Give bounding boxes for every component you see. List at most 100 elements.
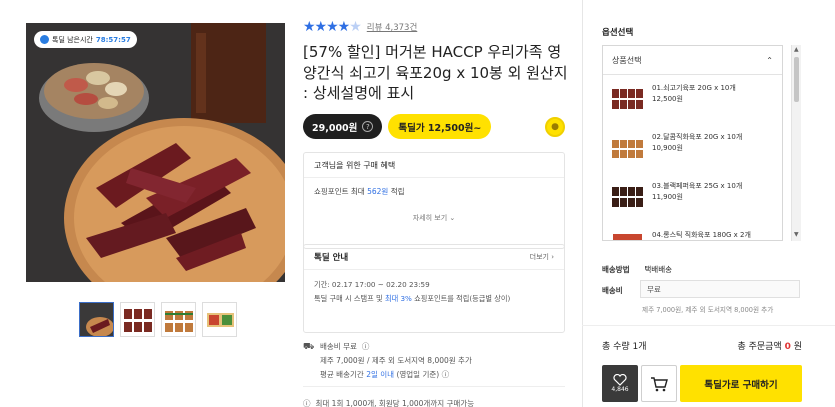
benefit-suffix: 적립 [390, 187, 405, 196]
chevron-down-icon: ⌄ [449, 214, 456, 222]
delivery-fee-label: 배송비 [602, 286, 623, 295]
option-scrollbar[interactable]: ▲ ▼ [791, 45, 801, 241]
option-name: 01.쇠고기육포 20G x 10개 [652, 84, 736, 92]
deal-period: 기간: 02.17 17:00 ~ 02.20 23:59 [314, 280, 430, 289]
total-amount-label: 총 주문금액 [737, 342, 782, 352]
benefit-prefix: 쇼핑포인트 최대 [314, 187, 365, 196]
option-thumb [611, 132, 644, 165]
delivery-fee-value: 무료 [647, 284, 661, 294]
order-totals: 총 수량 1개 총 주문금액 0 원 [602, 339, 802, 352]
question-icon[interactable]: ? [362, 121, 374, 132]
option-item-3[interactable]: 03.블랙페퍼육포 25G x 10개 11,900원 [611, 181, 742, 214]
deal-price-pill[interactable]: 톡딜가 12,500원~ [388, 114, 492, 139]
cart-button[interactable] [641, 365, 677, 402]
divider [582, 325, 835, 326]
deal-price: 톡딜가 12,500원~ [398, 122, 482, 134]
delivery-fee-note: 제주 7,000원, 제주 외 도서지역 8,000원 추가 [642, 306, 774, 314]
option-name: 02.달콤직화육포 20G x 10개 [652, 133, 743, 141]
chevron-up-icon: ⌃ [766, 55, 773, 65]
benefit-points: 562원 [367, 187, 389, 196]
wishlist-count: 4,846 [611, 386, 629, 393]
buy-button[interactable]: 톡딜가로 구매하기 [680, 365, 802, 402]
shipping-fee: 배송비 무료 [320, 342, 357, 351]
purchase-limit: ⓘ 최대 1회 1,000개, 회원당 1,000개까지 구매가능 [303, 398, 474, 407]
heart-icon [613, 374, 627, 386]
option-item-1[interactable]: 01.쇠고기육포 20G x 10개 12,500원 [611, 83, 736, 116]
thumbnail-3[interactable] [161, 302, 196, 337]
benefit-more-button[interactable]: 자세히 보기 ⌄ [304, 213, 564, 223]
option-thumb [611, 230, 644, 240]
alert-icon: ⓘ [303, 399, 311, 407]
timer-label: 톡딜 남은시간 [52, 35, 93, 44]
timer-value: 78:57:57 [95, 35, 131, 44]
clock-icon [40, 35, 49, 44]
delivery-method-label: 배송방법 [602, 265, 630, 274]
shipping-info: ⛟ 배송비 무료 ⓘ 제주 7,000원 / 제주 외 도서지역 8,000원 … [303, 340, 565, 382]
scroll-down-icon[interactable]: ▼ [794, 231, 799, 238]
shipping-fee-row: ⛟ 배송비 무료 ⓘ [303, 340, 565, 354]
option-name: 03.블랙페퍼육포 25G x 10개 [652, 182, 743, 190]
product-main-image: 톡딜 남은시간 78:57:57 [26, 23, 285, 282]
scroll-up-icon[interactable]: ▲ [794, 46, 799, 53]
product-info: ★★★★★ 리뷰 4,373건 [57% 할인] 머거본 HACCP 우리가족 … [303, 18, 568, 407]
benefit-more-label: 자세히 보기 [412, 214, 448, 222]
option-item-4[interactable]: 04.롱스틱 직화육포 180G x 2개 [611, 230, 751, 240]
option-price: 10,900원 [652, 144, 683, 152]
truck-icon: ⛟ [303, 342, 315, 352]
deal-more-label: 더보기 [529, 253, 549, 261]
delivery-method-row: 배송방법 택배배송 [602, 264, 672, 275]
review-count-link[interactable]: 리뷰 4,373건 [367, 21, 418, 33]
option-name: 04.롱스틱 직화육포 180G x 2개 [652, 231, 751, 239]
option-thumb [611, 181, 644, 214]
rating-row: ★★★★★ 리뷰 4,373건 [303, 18, 568, 36]
option-select-header[interactable]: 상품선택 ⌃ [603, 46, 782, 75]
delivery-fee-box: 무료 [640, 280, 800, 298]
option-select-placeholder: 상품선택 [612, 55, 642, 65]
deal-more-link[interactable]: 더보기 › [530, 252, 554, 262]
jerky-photo [26, 23, 285, 282]
wishlist-button[interactable]: 4,846 [602, 365, 638, 402]
deal-info-header: 톡딜 안내 더보기 › [304, 245, 564, 270]
total-amount-unit: 원 [793, 342, 802, 352]
normal-price-pill[interactable]: 29,000원 ? [303, 114, 383, 139]
normal-price: 29,000원 [312, 122, 358, 134]
eta-prefix: 평균 배송기간 [320, 370, 364, 379]
deal-info-box: 톡딜 안내 더보기 › 기간: 02.17 17:00 ~ 02.20 23:5… [303, 244, 565, 333]
scrollbar-thumb[interactable] [794, 57, 799, 102]
deal-desc-suffix: 쇼핑포인트를 적립(등급별 상이) [414, 294, 511, 303]
deal-desc: 톡딜 구매 시 스탬프 및 최대 3% 쇼핑포인트를 적립(등급별 상이) [314, 292, 554, 306]
thumbnail-1[interactable] [79, 302, 114, 337]
product-title: [57% 할인] 머거본 HACCP 우리가족 영양간식 쇠고기 육포20g x… [303, 43, 568, 102]
thumbnail-4[interactable] [202, 302, 237, 337]
purchase-limit-text: 최대 1회 1,000개, 회원당 1,000개까지 구매가능 [315, 399, 475, 407]
option-select[interactable]: 상품선택 ⌃ 01.쇠고기육포 20G x 10개 12,500원 02.달콤직… [602, 45, 783, 241]
cart-icon [651, 376, 668, 391]
shipping-extra: 제주 7,000원 / 제주 외 도서지역 8,000원 추가 [320, 356, 472, 365]
delivery-method-value: 택배배송 [644, 265, 672, 274]
rating-stars-icon: ★★★★★ [303, 19, 362, 35]
thumbnail-strip [79, 302, 237, 337]
eta-suffix: (영업일 기준) [396, 370, 440, 379]
coin-icon[interactable]: ● [545, 116, 565, 137]
benefit-box: 고객님을 위한 구매 혜택 쇼핑포인트 최대 562원 적립 자세히 보기 ⌄ [303, 152, 565, 249]
option-price: 11,900원 [652, 193, 683, 201]
option-item-2[interactable]: 02.달콤직화육포 20G x 10개 10,900원 [611, 132, 742, 165]
eta-highlight: 2일 이내 [366, 370, 395, 379]
total-quantity: 총 수량 1개 [602, 342, 647, 352]
benefit-heading: 고객님을 위한 구매 혜택 [304, 153, 564, 178]
total-amount-value: 0 [784, 342, 791, 352]
info-icon[interactable]: ⓘ [442, 370, 450, 379]
thumbnail-2[interactable] [120, 302, 155, 337]
option-label: 옵션선택 [602, 28, 634, 38]
option-thumb [611, 83, 644, 116]
chevron-right-icon: › [551, 253, 554, 261]
deal-timer-badge: 톡딜 남은시간 78:57:57 [34, 31, 137, 48]
total-amount: 총 주문금액 0 원 [737, 339, 802, 352]
benefit-points-line: 쇼핑포인트 최대 562원 적립 [304, 178, 564, 197]
shipping-eta: 평균 배송기간 2일 이내 (영업일 기준) ⓘ [303, 368, 565, 382]
price-row: 29,000원 ? 톡딜가 12,500원~ ● [303, 114, 565, 139]
delivery-fee-label-row: 배송비 [602, 285, 642, 296]
info-icon[interactable]: ⓘ [362, 340, 370, 354]
option-price: 12,500원 [652, 95, 683, 103]
deal-desc-prefix: 톡딜 구매 시 스탬프 및 [314, 294, 383, 303]
